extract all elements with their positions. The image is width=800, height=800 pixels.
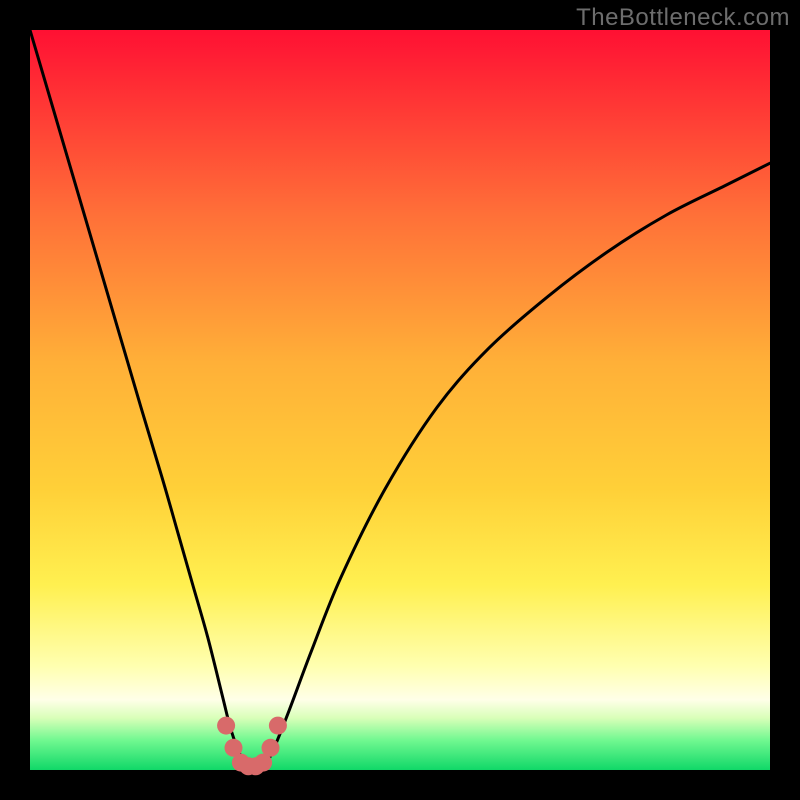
- plot-background: [30, 30, 770, 770]
- curve-marker: [217, 717, 235, 735]
- bottleneck-chart: [0, 0, 800, 800]
- curve-marker: [269, 717, 287, 735]
- watermark-text: TheBottleneck.com: [576, 4, 790, 32]
- curve-marker: [262, 739, 280, 757]
- chart-container: TheBottleneck.com: [0, 0, 800, 800]
